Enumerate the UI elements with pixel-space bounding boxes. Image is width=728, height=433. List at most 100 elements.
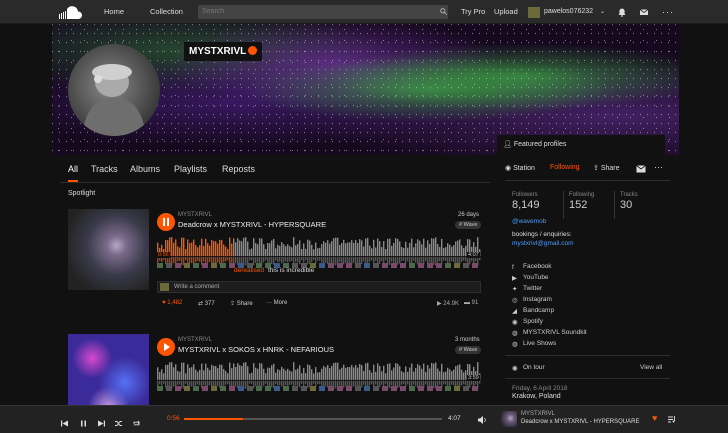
genre-tag[interactable]: # Wave [455,346,482,354]
divider [563,191,564,219]
time-total: 3:59 [467,375,480,381]
profile-avatar [68,44,160,136]
player-artist[interactable]: MYSTXRIVL [521,411,555,417]
social-link-spotify[interactable]: ◉ Spotify [512,318,543,326]
heart-icon[interactable]: ♥ [652,413,657,423]
track-age: 26 days [458,212,480,218]
next-icon[interactable] [97,419,106,428]
nav-home[interactable]: Home [104,0,124,24]
shuffle-icon[interactable] [114,419,123,428]
share-icon: ⇪ [593,165,599,172]
player-progress-bar[interactable] [184,418,442,420]
tabs-divider [60,182,490,183]
message-icon[interactable] [636,165,646,173]
user-avatar[interactable] [528,7,540,18]
tracks-label[interactable]: Tracks [620,192,638,198]
mail-icon[interactable] [639,7,649,17]
social-link-twitter[interactable]: ✦ Twitter [512,285,542,293]
track-title[interactable]: MYSTXRIVL x SOKOS x HNRK - NEFARIOUS [178,345,334,354]
more-icon[interactable]: ··· [662,0,674,24]
tracks-count[interactable]: 30 [620,199,632,211]
divider [614,191,615,219]
user-avatar [160,283,169,291]
genre-tag[interactable]: # Wave [455,221,482,229]
pause-icon[interactable] [79,419,88,428]
bell-icon[interactable] [617,7,627,17]
divider [505,378,670,379]
nav-collection[interactable]: Collection [150,0,183,24]
followers-count[interactable]: 8,149 [512,199,540,211]
player-progress-fill [184,418,244,420]
track-artist[interactable]: MYSTXRIVL [178,337,212,343]
social-link-bandcamp[interactable]: ◢ Bandcamp [512,307,554,315]
player-artwork[interactable] [501,411,517,427]
social-link-soundkit[interactable]: ◍ MYSTXRIVL Soundkit [512,329,587,337]
comment-input[interactable]: Write a comment [157,281,481,293]
following-count[interactable]: 152 [569,199,587,211]
tab-reposts[interactable]: Reposts [222,164,255,174]
social-link-instagram[interactable]: ◎ Instagram [512,296,552,304]
track-age: 3 months [455,337,480,343]
nav-try-pro[interactable]: Try Pro [461,0,485,24]
player-time-total: 4:07 [448,415,461,422]
share-button[interactable]: ⇪ Share [230,300,253,307]
following-button[interactable]: Following [550,164,580,171]
tab-playlists[interactable]: Playlists [174,164,207,174]
track-artist[interactable]: MYSTXRIVL [178,212,212,218]
station-button[interactable]: ◉ Station [505,164,535,172]
on-tour-heading: ◉ On tour [512,364,545,372]
spotlight-heading: Spotlight [68,190,96,197]
nav-upload[interactable]: Upload [494,0,518,24]
tour-city[interactable]: Krakow, Poland [512,393,561,400]
player-title[interactable]: Deadcrow x MYSTXRIVL - HYPERSQUARE [521,419,639,425]
tour-date: Friday, 6 April 2018 [512,385,568,392]
comment-count: ▬ 91 [464,300,479,306]
bandcamp-icon: ◢ [512,308,517,315]
search-input[interactable] [198,5,448,19]
following-label[interactable]: Following [569,192,594,198]
like-button[interactable]: ♥ 1,482 [162,300,182,306]
queue-icon[interactable] [667,415,676,424]
bio-email-link[interactable]: mystxrivl@gmail.com [512,240,574,247]
share-icon: ⇪ [230,301,236,307]
bio-handle-link[interactable]: @wavemob [512,218,546,225]
previous-icon[interactable] [60,419,69,428]
track-title[interactable]: Deadcrow x MYSTXRIVL - HYPERSQUARE [178,220,326,229]
pause-button[interactable] [157,213,175,231]
tab-tracks[interactable]: Tracks [91,164,118,174]
tab-albums[interactable]: Albums [130,164,160,174]
track-artwork[interactable] [68,334,149,415]
instagram-icon: ◎ [512,297,518,304]
play-button[interactable] [157,338,175,356]
soundcloud-logo-icon[interactable] [58,5,82,19]
chevron-down-icon[interactable]: ⌄ [600,0,605,24]
more-icon[interactable]: ··· [654,162,663,172]
time-current: 0:56 [157,252,170,258]
tab-all[interactable]: All [68,164,79,182]
play-icon [164,343,170,351]
player-time-current: 0:56 [167,415,180,422]
followers-label[interactable]: Followers [512,192,538,198]
comment-icon: ▬ [464,300,470,306]
more-button[interactable]: ··· More [266,300,287,306]
share-button[interactable]: ⇪ Share [593,164,620,172]
waveform[interactable] [157,360,481,392]
pro-badge-icon [248,46,258,55]
play-count: ▶ 24.9K [437,301,459,307]
time-total: 4:07 [467,252,480,258]
play-icon: ▶ [437,301,442,307]
track-artwork[interactable] [68,209,149,290]
heart-icon: ♥ [162,300,166,306]
volume-icon[interactable] [477,415,487,425]
repost-button[interactable]: ⇄ 377 [198,300,215,307]
station-icon: ◉ [505,165,512,172]
social-link-facebook[interactable]: f Facebook [512,263,552,271]
social-link-live-shows[interactable]: ◍ Live Shows [512,340,556,348]
waveform[interactable] [157,235,481,269]
social-link-youtube[interactable]: ▶ YouTube [512,274,549,282]
view-all-link[interactable]: View all [640,364,662,371]
search-icon[interactable] [440,8,447,15]
username-menu[interactable]: pawelos076232 [544,0,593,24]
featured-profiles-button[interactable]: 👤︎ Featured profiles [497,135,665,155]
repeat-icon[interactable] [132,419,141,428]
